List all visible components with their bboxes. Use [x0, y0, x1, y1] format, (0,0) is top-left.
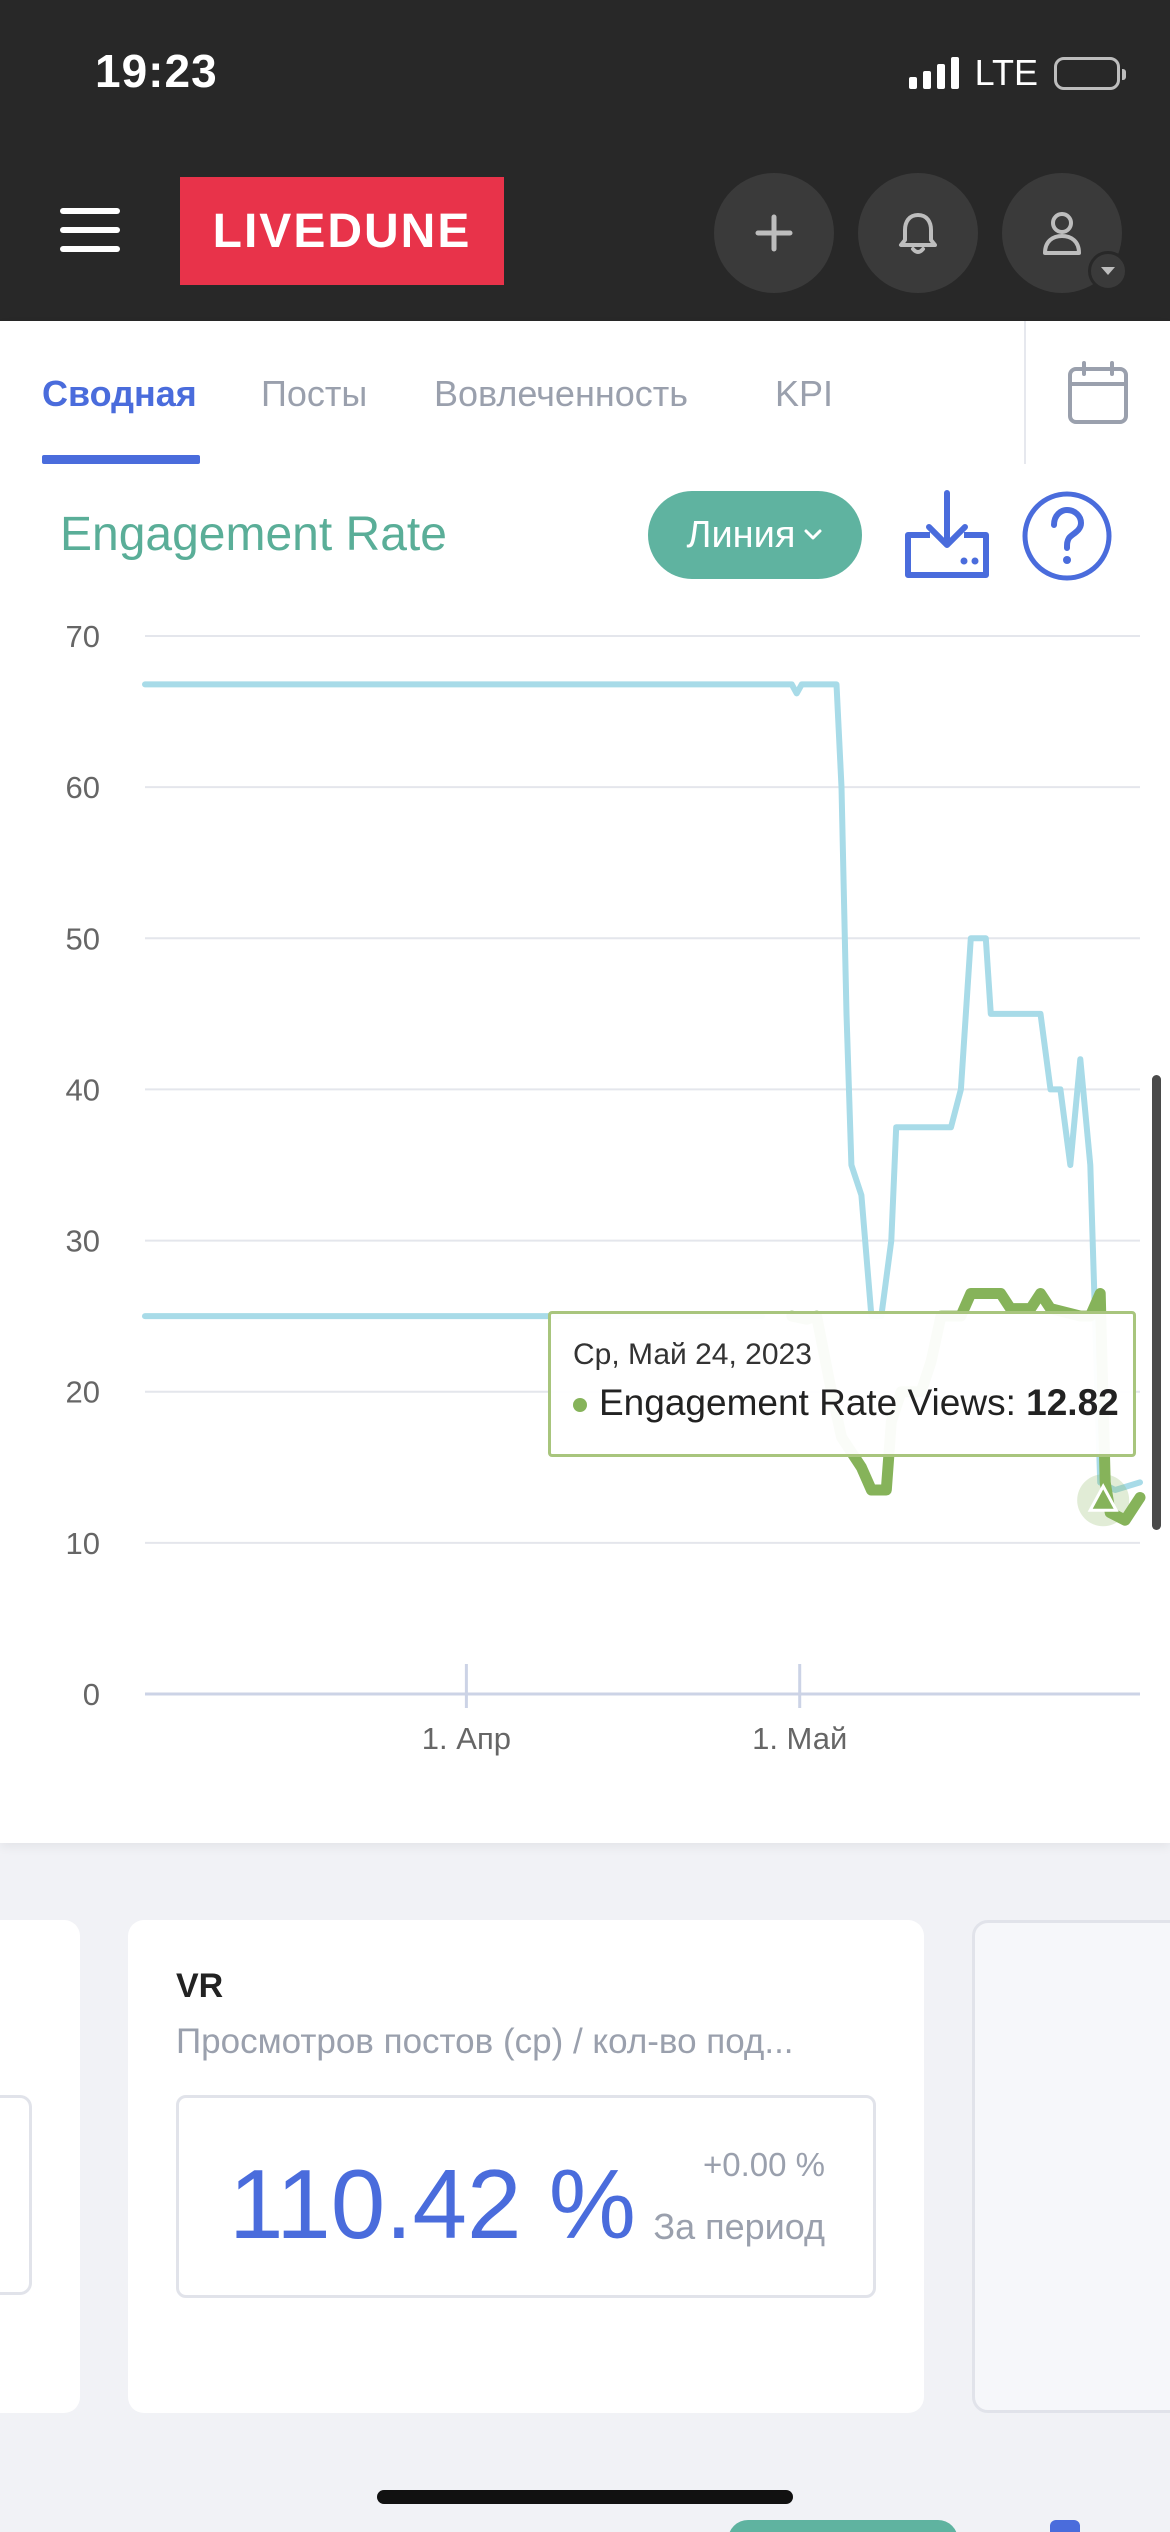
metric-title: VR: [176, 1967, 224, 2005]
status-indicators: LTE: [908, 52, 1126, 94]
y-tick-label: 30: [66, 1224, 100, 1259]
chart-tooltip: Ср, Май 24, 2023 Engagement Rate Views: …: [548, 1311, 1136, 1457]
metric-card-vr[interactable]: VR Просмотров постов (ср) / кол-во под..…: [128, 1920, 924, 2413]
y-tick-label: 0: [83, 1677, 100, 1712]
tooltip-value: 12.82: [1026, 1382, 1119, 1423]
x-tick-label: 1. Апр: [422, 1721, 511, 1756]
metric-period: За период: [653, 2206, 825, 2247]
engagement-rate-chart[interactable]: 0 10 20 30 40 50 60 70 1. Апр 1. Май: [0, 321, 1170, 1841]
hamburger-menu-icon[interactable]: [60, 208, 120, 252]
bottom-action-button[interactable]: [728, 2520, 958, 2532]
home-indicator[interactable]: [377, 2490, 793, 2504]
signal-icon: [908, 57, 959, 89]
y-tick-label: 10: [66, 1526, 100, 1561]
add-button[interactable]: [714, 173, 834, 293]
app-header: LIVEDUNE: [0, 143, 1170, 321]
status-time: 19:23: [95, 45, 218, 97]
profile-dropdown-caret-icon[interactable]: [1088, 251, 1128, 291]
tooltip-series-line: Engagement Rate Views: 12.82: [573, 1382, 1119, 1424]
y-tick-label: 50: [66, 921, 100, 956]
battery-icon: [1054, 56, 1126, 90]
metric-delta: +0.00 %: [702, 2146, 825, 2183]
bottom-action-icon[interactable]: [1050, 2520, 1080, 2532]
scrollbar[interactable]: [1152, 1075, 1161, 1530]
metric-subtitle: Просмотров постов (ср) / кол-во под...: [176, 2022, 794, 2061]
metric-value-box: 110.42 % +0.00 % За период: [176, 2095, 876, 2298]
y-tick-label: 70: [66, 619, 100, 654]
notifications-button[interactable]: [858, 173, 978, 293]
livedune-logo[interactable]: LIVEDUNE: [180, 177, 504, 285]
tooltip-series-label: Engagement Rate Views:: [599, 1382, 1016, 1423]
engagement-chart-card: Сводная Посты Вовлеченность KPI Engageme…: [0, 321, 1170, 1843]
x-tick-label: 1. Май: [752, 1721, 847, 1756]
profile-button[interactable]: [1002, 173, 1128, 293]
status-bar: 19:23 LTE: [0, 0, 1170, 143]
series-dot-icon: [573, 1398, 587, 1413]
user-icon: [1043, 212, 1081, 255]
metric-value: 110.42 %: [229, 2149, 636, 2259]
y-tick-label: 40: [66, 1072, 100, 1107]
y-tick-label: 20: [66, 1375, 100, 1410]
metric-box-prev: [0, 2095, 32, 2295]
y-tick-label: 60: [66, 770, 100, 805]
bell-icon: [899, 213, 937, 254]
plus-icon: [755, 214, 793, 252]
metric-card-next[interactable]: [972, 1920, 1170, 2413]
tooltip-date: Ср, Май 24, 2023: [573, 1338, 812, 1371]
network-type: LTE: [974, 52, 1038, 93]
